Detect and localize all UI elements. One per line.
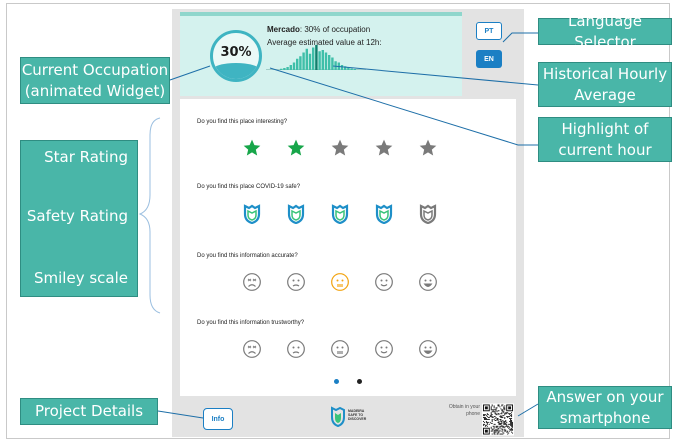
language-en-button[interactable]: EN <box>476 50 502 68</box>
smiley-angry-icon[interactable] <box>241 272 263 292</box>
hourly-bar <box>286 67 289 70</box>
callout-line: Historical Hourly <box>542 64 668 83</box>
callout-highlight-current-hour: Highlight of current hour <box>538 117 672 162</box>
callout-answer-smartphone: Answer on your smartphone <box>538 386 672 429</box>
hourly-bar <box>328 55 331 70</box>
smiley-sad-icon[interactable] <box>285 272 307 292</box>
callout-safety-rating: Safety Rating <box>26 207 128 225</box>
callout-line: Average <box>574 85 636 104</box>
occupation-summary: : 30% of occupation <box>299 25 371 34</box>
hourly-bar <box>337 62 340 70</box>
shield-icon[interactable] <box>285 204 307 224</box>
language-pt-button[interactable]: PT <box>476 22 502 40</box>
madeira-logo-text: MADEIRA SAFE TO DISCOVER <box>348 409 366 421</box>
current-hour-bar <box>315 45 318 70</box>
hourly-bar <box>334 61 337 70</box>
info-button[interactable]: Info <box>203 408 233 430</box>
smiley-laugh-icon[interactable] <box>417 339 439 359</box>
star-icon[interactable] <box>241 138 263 158</box>
hourly-bar <box>302 52 305 70</box>
qr-code-icon[interactable] <box>482 403 514 436</box>
hourly-bar <box>296 58 299 70</box>
question-trustworthy: Do you find this information trustworthy… <box>197 320 305 326</box>
occupation-text: Mercado: 30% of occupation <box>267 25 370 34</box>
hourly-bar <box>318 51 321 70</box>
hourly-bar <box>347 67 350 70</box>
hourly-bar <box>289 65 292 70</box>
occupation-wave <box>213 63 259 79</box>
smiley-smile-icon[interactable] <box>373 339 395 359</box>
pager-dot[interactable] <box>357 379 362 384</box>
callout-language-selector: Language Selector <box>538 12 672 51</box>
smiley-angry-icon[interactable] <box>241 339 263 359</box>
smiley-sad-icon[interactable] <box>285 339 307 359</box>
hourly-bar <box>344 66 347 70</box>
star-icon[interactable] <box>329 138 351 158</box>
callout-line: smartphone <box>559 408 651 427</box>
smiley-trustworthy-row <box>241 339 451 359</box>
smiley-accurate-row <box>241 272 451 292</box>
smiley-neutral-icon[interactable] <box>329 272 351 292</box>
star-icon[interactable] <box>373 138 395 158</box>
star-icon[interactable] <box>417 138 439 158</box>
safety-rating-row <box>241 204 451 224</box>
star-icon[interactable] <box>285 138 307 158</box>
question-covid-safe: Do you find this place COVID-19 safe? <box>197 184 301 190</box>
callout-line: current hour <box>558 140 652 159</box>
callout-smiley-scale: Smiley scale <box>34 269 128 287</box>
hourly-bar <box>312 47 315 70</box>
callout-line: Answer on your <box>546 387 664 406</box>
logo-line: DISCOVER <box>348 417 367 421</box>
occupation-value: 30% <box>220 45 252 60</box>
callout-project-details: Project Details <box>20 398 158 425</box>
hourly-bar <box>353 69 356 70</box>
historical-hourly-chart <box>266 45 366 70</box>
hourly-bar <box>331 57 334 70</box>
shield-icon[interactable] <box>241 204 263 224</box>
callout-current-occupation: Current Occupation (animated Widget) <box>20 57 170 104</box>
hourly-bar <box>305 48 308 70</box>
occupation-widget: 30% <box>210 30 262 82</box>
hourly-bar <box>324 52 328 70</box>
smiley-laugh-icon[interactable] <box>417 272 439 292</box>
callout-historical-hourly: Historical Hourly Average <box>538 62 672 107</box>
hourly-bar <box>350 68 353 70</box>
smiley-smile-icon[interactable] <box>373 272 395 292</box>
callout-line: (animated Widget) <box>24 81 166 100</box>
pager-dot-active[interactable] <box>334 379 339 384</box>
smiley-neutral-icon[interactable] <box>329 339 351 359</box>
star-rating-row <box>241 138 451 158</box>
shield-icon[interactable] <box>329 204 351 224</box>
callout-star-rating: Star Rating <box>44 148 128 166</box>
shield-icon[interactable] <box>417 204 439 224</box>
hourly-bar <box>340 65 344 70</box>
hourly-bar <box>283 68 286 70</box>
hourly-bar <box>308 53 312 70</box>
hourly-bar <box>292 62 296 70</box>
hourly-bar <box>299 56 302 70</box>
hourly-bar <box>280 68 283 70</box>
question-interesting: Do you find this place interesting? <box>197 119 288 125</box>
question-accurate: Do you find this information accurate? <box>197 253 298 259</box>
hourly-bar <box>321 50 324 70</box>
shield-icon[interactable] <box>373 204 395 224</box>
callout-line: Current Occupation <box>21 60 169 79</box>
callout-line: Highlight of <box>561 119 649 138</box>
obtain-text: Obtain in your phone <box>448 404 480 417</box>
place-name: Mercado <box>267 25 300 34</box>
